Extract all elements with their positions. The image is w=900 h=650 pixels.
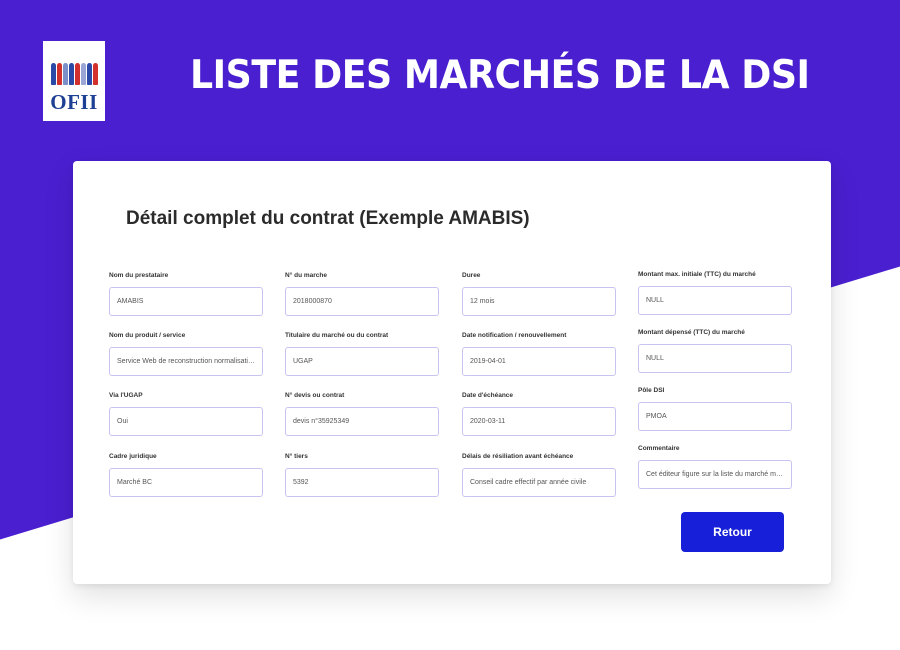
date-echeance-input[interactable]: 2020-03-11 <box>462 407 616 436</box>
field-nom-prestataire: Nom du prestataire AMABIS <box>109 271 263 316</box>
field-via-ugap: Via l'UGAP Oui <box>109 391 263 436</box>
field-date-echeance: Date d'échéance 2020-03-11 <box>462 391 616 436</box>
num-tiers-input[interactable]: 5392 <box>285 468 439 497</box>
montant-depense-input[interactable]: NULL <box>638 344 792 373</box>
ofii-logo: OFII <box>43 41 105 121</box>
field-nom-produit: Nom du produit / service Service Web de … <box>109 331 263 376</box>
cadre-juridique-input[interactable]: Marché BC <box>109 468 263 497</box>
field-label: N° devis ou contrat <box>285 392 345 399</box>
field-commentaire: Commentaire Cet éditeur figure sur la li… <box>638 444 792 489</box>
field-label: Duree <box>462 272 481 279</box>
contract-detail-card: Détail complet du contrat (Exemple AMABI… <box>73 161 831 584</box>
field-cadre-juridique: Cadre juridique Marché BC <box>109 452 263 497</box>
page-title: LISTE DES MARCHÉS DE LA DSI <box>190 53 810 98</box>
field-label: Via l'UGAP <box>109 392 143 399</box>
field-date-notification: Date notification / renouvellement 2019-… <box>462 331 616 376</box>
field-label: Montant max. initiale (TTC) du marché <box>638 271 756 278</box>
nom-produit-input[interactable]: Service Web de reconstruction normalisat… <box>109 347 263 376</box>
num-devis-input[interactable]: devis n°35925349 <box>285 407 439 436</box>
montant-initial-input[interactable]: NULL <box>638 286 792 315</box>
field-label: Montant dépensé (TTC) du marché <box>638 329 745 336</box>
field-label: Pôle DSI <box>638 387 665 394</box>
via-ugap-input[interactable]: Oui <box>109 407 263 436</box>
nom-prestataire-input[interactable]: AMABIS <box>109 287 263 316</box>
field-num-marche: N° du marche 2018000870 <box>285 271 439 316</box>
pole-dsi-input[interactable]: PMOA <box>638 402 792 431</box>
logo-text: OFII <box>50 90 98 114</box>
field-label: Cadre juridique <box>109 453 157 460</box>
people-logo-icon <box>50 63 98 85</box>
field-label: Titulaire du marché ou du contrat <box>285 332 389 339</box>
field-label: N° du marche <box>285 272 327 279</box>
titulaire-input[interactable]: UGAP <box>285 347 439 376</box>
field-label: Commentaire <box>638 445 680 452</box>
field-num-tiers: N° tiers 5392 <box>285 452 439 497</box>
delais-resiliation-input[interactable]: Conseil cadre effectif par année civile <box>462 468 616 497</box>
retour-button[interactable]: Retour <box>681 512 784 552</box>
card-title: Détail complet du contrat (Exemple AMABI… <box>126 208 530 229</box>
commentaire-input[interactable]: Cet éditeur figure sur la liste du march… <box>638 460 792 489</box>
field-label: Nom du prestataire <box>109 272 169 279</box>
field-montant-depense: Montant dépensé (TTC) du marché NULL <box>638 328 792 373</box>
field-montant-initial: Montant max. initiale (TTC) du marché NU… <box>638 270 792 315</box>
duree-input[interactable]: 12 mois <box>462 287 616 316</box>
date-notification-input[interactable]: 2019-04-01 <box>462 347 616 376</box>
field-titulaire: Titulaire du marché ou du contrat UGAP <box>285 331 439 376</box>
field-label: Nom du produit / service <box>109 332 186 339</box>
field-label: Délais de résiliation avant échéance <box>462 453 574 460</box>
field-delais-resiliation: Délais de résiliation avant échéance Con… <box>462 452 616 497</box>
field-num-devis: N° devis ou contrat devis n°35925349 <box>285 391 439 436</box>
field-label: Date d'échéance <box>462 392 514 399</box>
field-label: N° tiers <box>285 453 308 460</box>
field-duree: Duree 12 mois <box>462 271 616 316</box>
field-pole-dsi: Pôle DSI PMOA <box>638 386 792 431</box>
field-label: Date notification / renouvellement <box>462 332 567 339</box>
num-marche-input[interactable]: 2018000870 <box>285 287 439 316</box>
